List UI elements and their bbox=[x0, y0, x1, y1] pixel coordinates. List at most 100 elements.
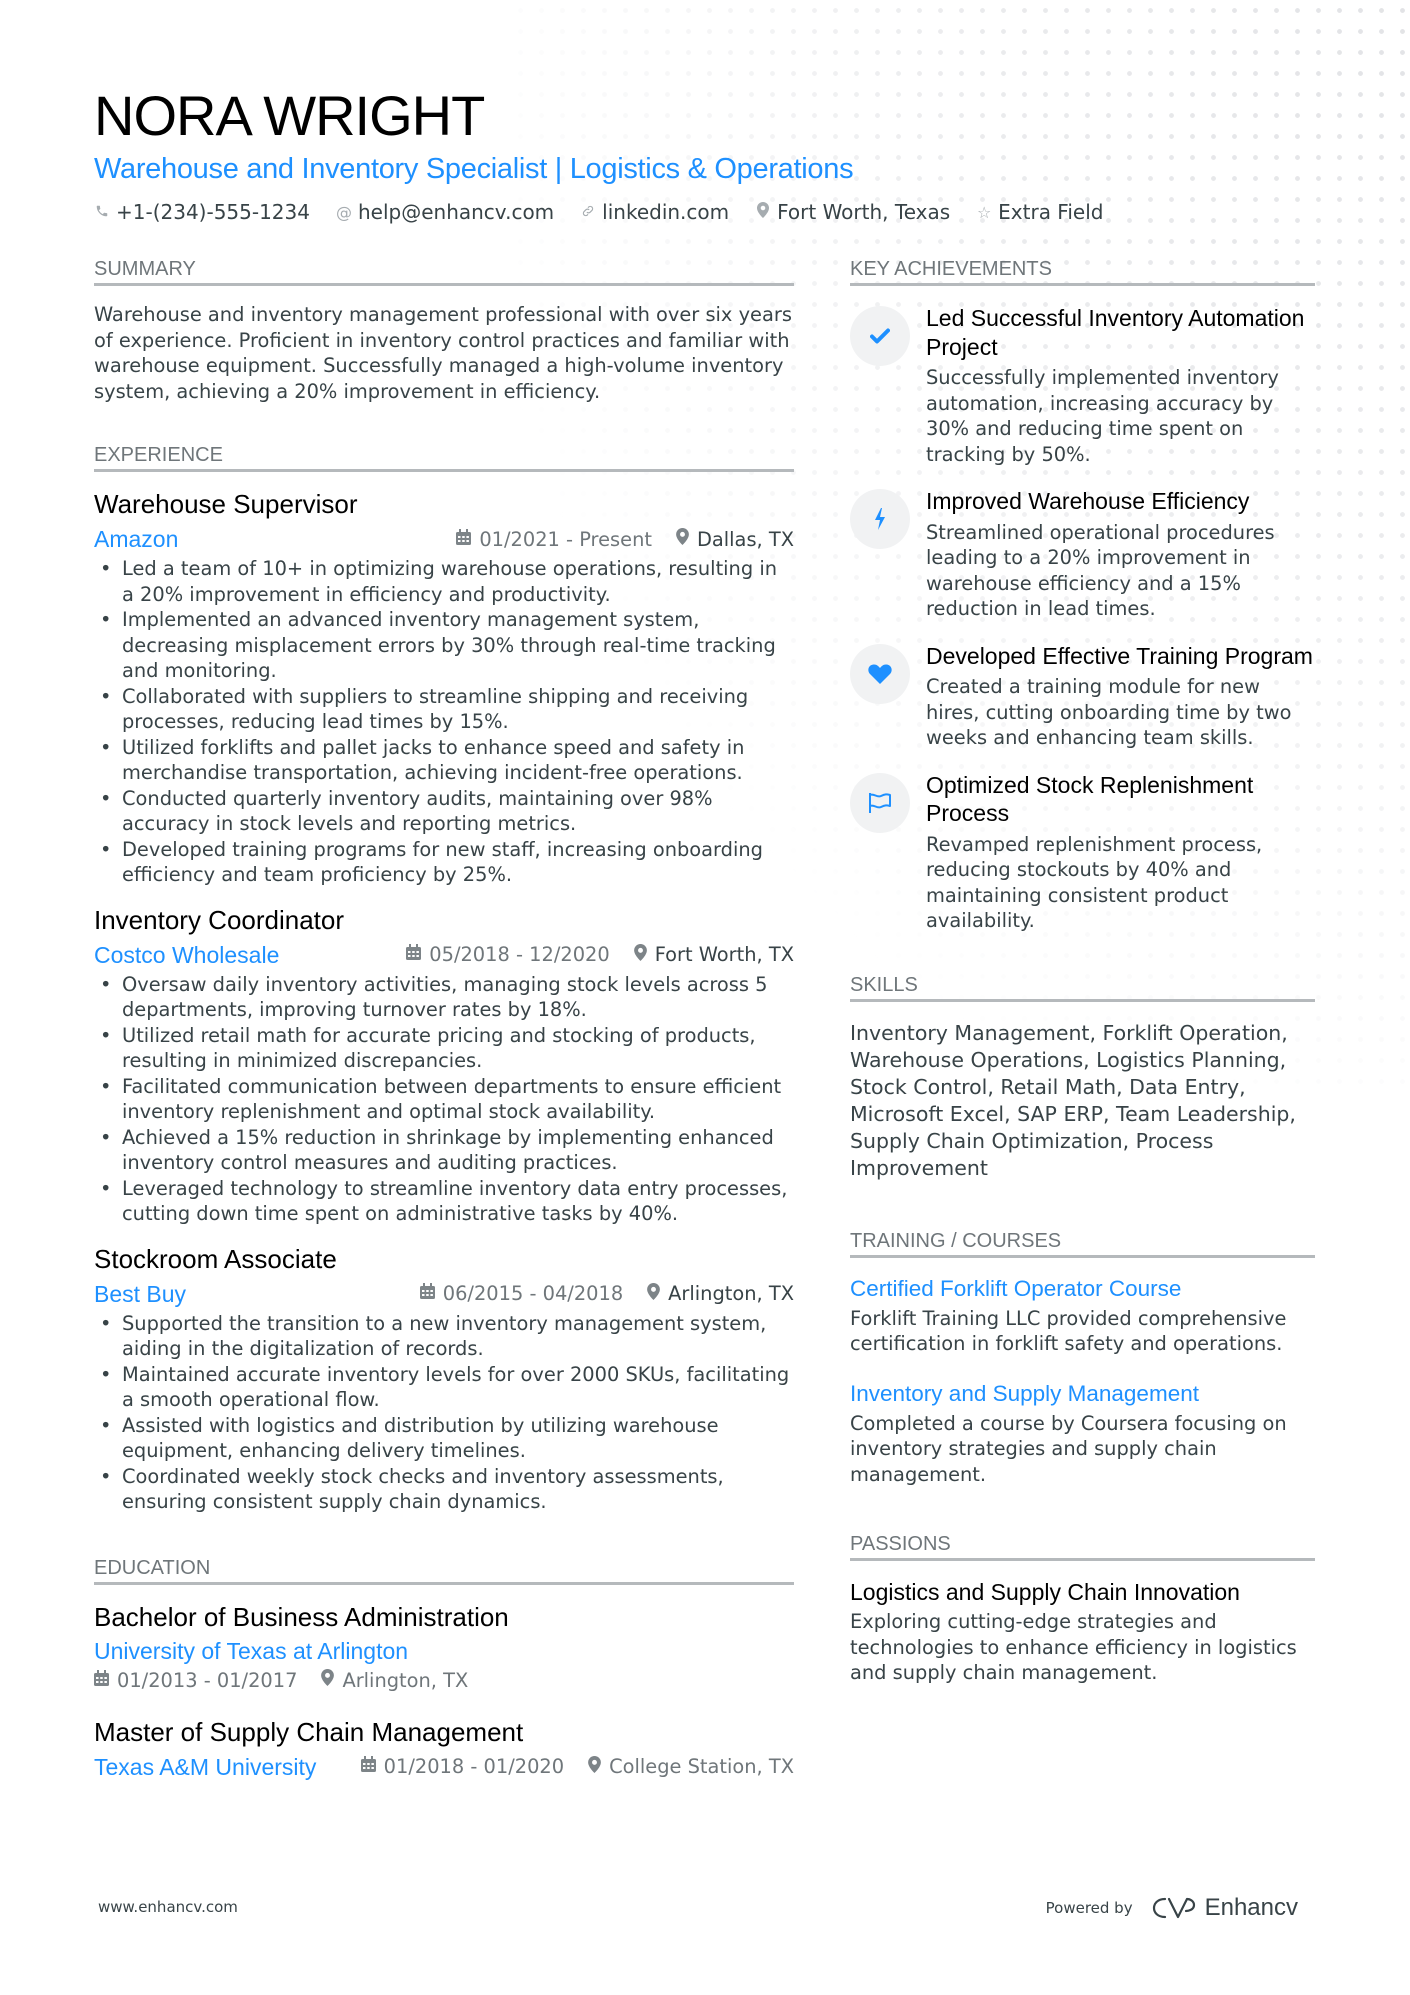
linkedin-value: linkedin.com bbox=[602, 200, 730, 224]
passion-description: Exploring cutting-edge strategies and te… bbox=[850, 1610, 1297, 1684]
location-icon bbox=[647, 1282, 661, 1305]
company-name[interactable]: Best Buy bbox=[94, 1278, 186, 1310]
job-meta: Amazon 01/2021 - Present Dallas, TX bbox=[94, 523, 794, 555]
calendar-icon bbox=[94, 1669, 109, 1691]
course-title[interactable]: Inventory and Supply Management bbox=[850, 1379, 1315, 1409]
contact-email[interactable]: @ help@enhancv.com bbox=[336, 200, 554, 224]
job-dates-value: 05/2018 - 12/2020 bbox=[429, 943, 610, 966]
job-location: Dallas, TX bbox=[676, 528, 794, 551]
training-section: TRAINING / COURSES Certified Forklift Op… bbox=[850, 1228, 1315, 1488]
education-item: Master of Supply Chain Management Texas … bbox=[94, 1714, 794, 1783]
education-location-value: College Station, TX bbox=[609, 1755, 794, 1778]
section-title-education: EDUCATION bbox=[94, 1555, 794, 1585]
school-name[interactable]: Texas A&M University bbox=[94, 1751, 316, 1783]
location-icon bbox=[633, 943, 647, 966]
achievement-description: Created a training module for new hires,… bbox=[926, 675, 1292, 749]
job-dates-value: 01/2021 - Present bbox=[479, 527, 652, 551]
calendar-icon bbox=[419, 1283, 435, 1304]
education-dates: 01/2013 - 01/2017 bbox=[94, 1669, 297, 1692]
at-icon: @ bbox=[335, 202, 352, 222]
summary-section: SUMMARY Warehouse and inventory manageme… bbox=[94, 256, 794, 404]
link-icon bbox=[580, 203, 596, 222]
job-meta: Costco Wholesale 05/2018 - 12/2020 Fort … bbox=[94, 939, 794, 971]
bullet-item: Leveraged technology to streamline inven… bbox=[94, 1176, 794, 1227]
achievement-item: Developed Effective Training Program Cre… bbox=[850, 642, 1315, 751]
job-bullets: Supported the transition to a new invent… bbox=[94, 1311, 794, 1515]
achievement-item: Led Successful Inventory Automation Proj… bbox=[850, 304, 1315, 467]
course-item: Certified Forklift Operator Course Forkl… bbox=[850, 1274, 1315, 1357]
job-dates: 05/2018 - 12/2020 bbox=[406, 943, 610, 966]
bullet-item: Collaborated with suppliers to streamlin… bbox=[94, 684, 794, 735]
bullet-item: Led a team of 10+ in optimizing warehous… bbox=[94, 556, 794, 607]
job-location-value: Fort Worth, TX bbox=[654, 943, 794, 966]
contact-bar: +1-(234)-555-1234 @ help@enhancv.com lin… bbox=[94, 200, 1324, 224]
course-title[interactable]: Certified Forklift Operator Course bbox=[850, 1274, 1315, 1304]
course-item: Inventory and Supply Management Complete… bbox=[850, 1379, 1315, 1488]
star-icon: ☆ bbox=[976, 202, 992, 222]
job-dates: 01/2021 - Present bbox=[456, 528, 652, 551]
skills-section: SKILLS Inventory Management, Forklift Op… bbox=[850, 972, 1315, 1182]
bullet-item: Oversaw daily inventory activities, mana… bbox=[94, 972, 794, 1023]
extra-value: Extra Field bbox=[998, 200, 1104, 224]
education-section: EDUCATION Bachelor of Business Administr… bbox=[94, 1555, 794, 1783]
achievements-section: KEY ACHIEVEMENTS Led Successful Inventor… bbox=[850, 256, 1315, 934]
calendar-icon bbox=[406, 944, 422, 965]
job-meta: Best Buy 06/2015 - 04/2018 Arlington, TX bbox=[94, 1278, 794, 1310]
bullet-item: Supported the transition to a new invent… bbox=[94, 1311, 794, 1362]
bullet-item: Developed training programs for new staf… bbox=[94, 837, 794, 888]
footer-website-link[interactable]: www.enhancv.com bbox=[98, 1898, 238, 1916]
enhancv-logo[interactable]: Enhancv bbox=[1151, 1894, 1298, 1922]
job-bullets: Led a team of 10+ in optimizing warehous… bbox=[94, 556, 794, 888]
candidate-title: Warehouse and Inventory Specialist | Log… bbox=[94, 153, 854, 185]
contact-extra: ☆ Extra Field bbox=[976, 200, 1103, 224]
passion-title: Logistics and Supply Chain Innovation bbox=[850, 1579, 1240, 1605]
section-title-experience: EXPERIENCE bbox=[94, 442, 794, 472]
achievement-title: Developed Effective Training Program bbox=[926, 642, 1313, 669]
education-location-value: Arlington, TX bbox=[342, 1668, 469, 1692]
job-location-value: Arlington, TX bbox=[668, 1282, 794, 1305]
achievement-title: Improved Warehouse Efficiency bbox=[926, 488, 1250, 514]
contact-linkedin[interactable]: linkedin.com bbox=[580, 200, 729, 224]
bullet-item: Coordinated weekly stock checks and inve… bbox=[94, 1464, 794, 1515]
footer-branding: Powered by Enhancv bbox=[1046, 1894, 1298, 1922]
passions-section: PASSIONS Logistics and Supply Chain Inno… bbox=[850, 1531, 1315, 1686]
experience-section: EXPERIENCE Warehouse Supervisor Amazon 0… bbox=[94, 442, 794, 1515]
powered-by-label: Powered by bbox=[1045, 1899, 1133, 1917]
summary-text: Warehouse and inventory management profe… bbox=[94, 303, 792, 403]
job-dates-value: 06/2015 - 04/2018 bbox=[442, 1282, 624, 1305]
flag-icon bbox=[850, 772, 910, 833]
job-title: Stockroom Associate bbox=[94, 1243, 337, 1274]
location-icon bbox=[321, 1669, 335, 1691]
phone-icon bbox=[94, 203, 110, 222]
experience-item: Inventory Coordinator Costco Wholesale 0… bbox=[94, 902, 794, 1227]
achievement-description: Revamped replenishment process, reducing… bbox=[926, 832, 1263, 933]
section-title-training: TRAINING / COURSES bbox=[850, 1228, 1315, 1258]
achievement-description: Streamlined operational procedures leadi… bbox=[926, 520, 1275, 621]
location-icon bbox=[755, 202, 771, 222]
section-title-summary: SUMMARY bbox=[94, 256, 794, 286]
left-column: SUMMARY Warehouse and inventory manageme… bbox=[94, 256, 794, 1783]
bullet-item: Maintained accurate inventory levels for… bbox=[94, 1362, 794, 1413]
brand-name: Enhancv bbox=[1204, 1894, 1298, 1921]
school-name[interactable]: University of Texas at Arlington bbox=[94, 1635, 794, 1667]
company-name[interactable]: Amazon bbox=[94, 523, 178, 555]
bullet-item: Utilized forklifts and pallet jacks to e… bbox=[94, 735, 794, 786]
lightning-bolt-icon bbox=[850, 489, 910, 549]
contact-location: Fort Worth, Texas bbox=[755, 200, 950, 224]
job-bullets: Oversaw daily inventory activities, mana… bbox=[94, 972, 794, 1227]
job-title: Warehouse Supervisor bbox=[94, 489, 358, 519]
degree-title: Bachelor of Business Administration bbox=[94, 1601, 509, 1632]
calendar-icon bbox=[456, 528, 472, 550]
education-location: College Station, TX bbox=[588, 1755, 794, 1778]
contact-phone[interactable]: +1-(234)-555-1234 bbox=[94, 200, 310, 224]
heart-icon bbox=[850, 643, 910, 704]
section-title-skills: SKILLS bbox=[850, 972, 1315, 1002]
experience-item: Stockroom Associate Best Buy 06/2015 - 0… bbox=[94, 1241, 794, 1515]
calendar-icon bbox=[360, 1756, 376, 1777]
company-name[interactable]: Costco Wholesale bbox=[94, 939, 279, 971]
course-description: Completed a course by Coursera focusing … bbox=[850, 1411, 1287, 1486]
achievement-title: Led Successful Inventory Automation Proj… bbox=[926, 305, 1305, 360]
job-dates: 06/2015 - 04/2018 bbox=[419, 1282, 624, 1305]
bullet-item: Achieved a 15% reduction in shrinkage by… bbox=[94, 1125, 794, 1176]
education-item: Bachelor of Business Administration Univ… bbox=[94, 1599, 794, 1692]
